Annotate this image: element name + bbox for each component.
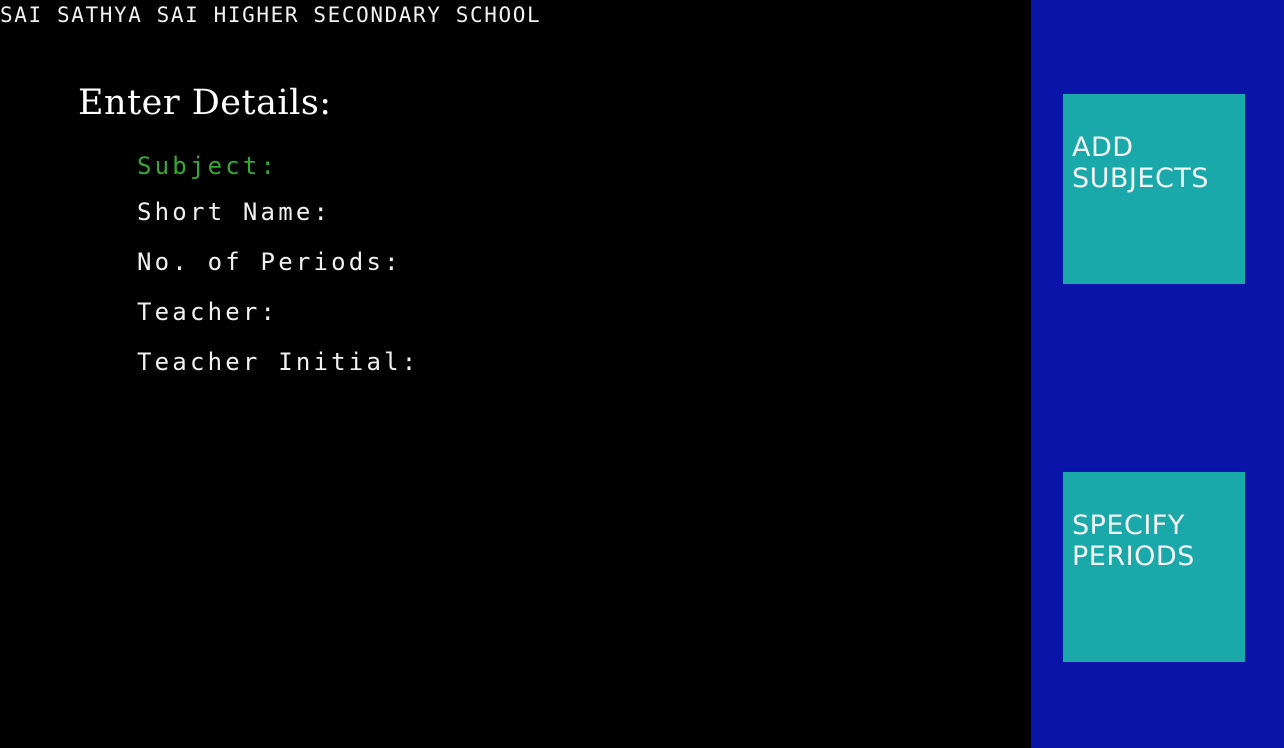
app-screen: SAI SATHYA SAI HIGHER SECONDARY SCHOOL E…	[0, 0, 1284, 748]
teacher-initial-field-label[interactable]: Teacher Initial:	[137, 348, 419, 376]
add-subjects-button-line1: ADD	[1072, 132, 1134, 163]
side-panel: ADD SUBJECTS SPECIFY PERIODS	[1031, 0, 1284, 748]
short-name-field-label[interactable]: Short Name:	[137, 198, 331, 226]
main-panel: SAI SATHYA SAI HIGHER SECONDARY SCHOOL E…	[0, 0, 1031, 748]
teacher-field-label[interactable]: Teacher:	[137, 298, 278, 326]
periods-field-label[interactable]: No. of Periods:	[137, 248, 402, 276]
specify-periods-button[interactable]: SPECIFY PERIODS	[1063, 472, 1245, 662]
add-subjects-button-line2: SUBJECTS	[1072, 163, 1209, 194]
school-title: SAI SATHYA SAI HIGHER SECONDARY SCHOOL	[0, 3, 542, 27]
form-heading: Enter Details:	[78, 83, 332, 123]
add-subjects-button[interactable]: ADD SUBJECTS	[1063, 94, 1245, 284]
specify-periods-button-line2: PERIODS	[1072, 541, 1195, 572]
subject-field-label[interactable]: Subject:	[137, 152, 278, 180]
specify-periods-button-line1: SPECIFY	[1072, 510, 1185, 541]
